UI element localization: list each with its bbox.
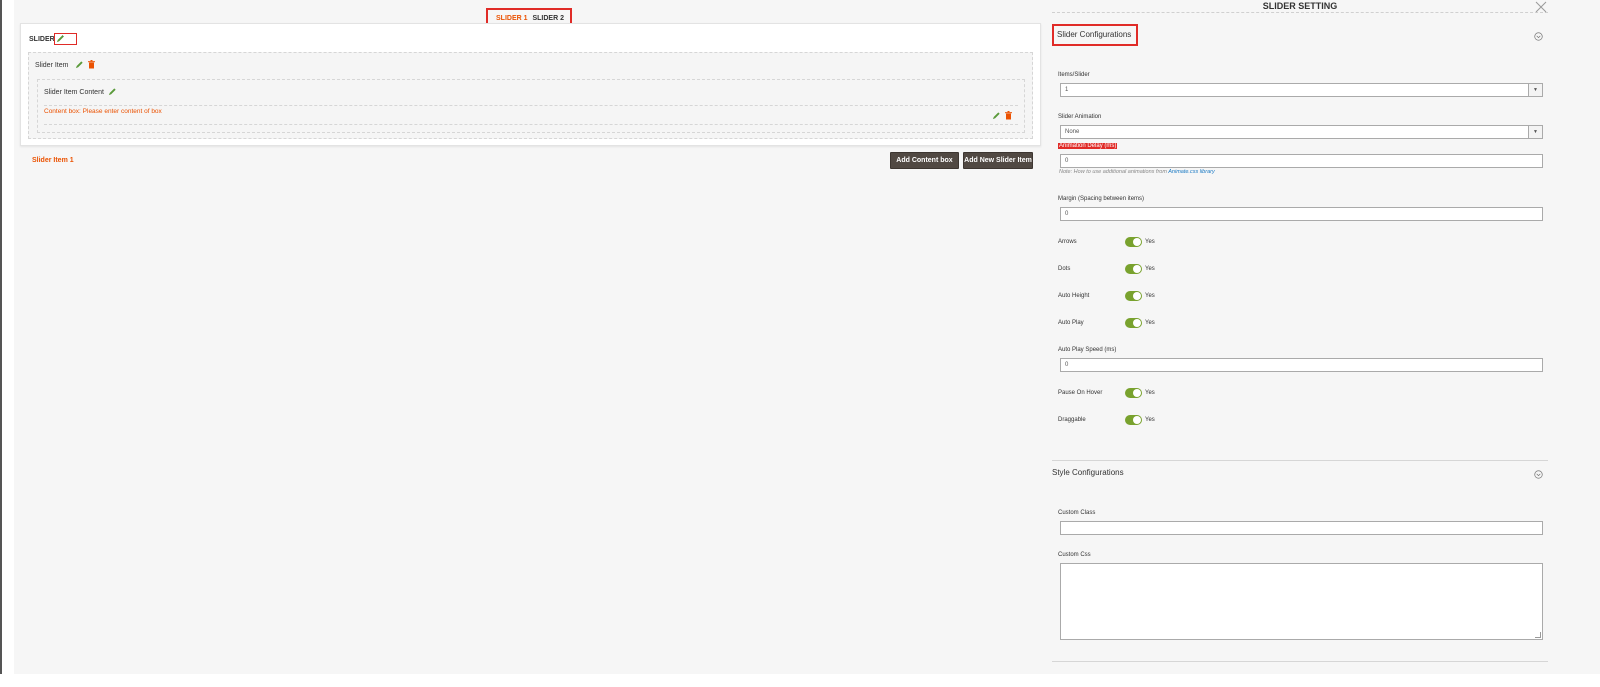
pencil-icon[interactable] (75, 60, 84, 69)
slider-item-1-link[interactable]: Slider Item 1 (32, 157, 74, 164)
margin-input[interactable]: 0 (1060, 207, 1543, 221)
auto-height-row: Auto Height Yes (1058, 291, 1258, 303)
animate-css-link[interactable]: Animate.css library (1168, 169, 1214, 175)
items-slider-select[interactable]: 1 ▼ (1060, 83, 1543, 97)
custom-css-textarea[interactable] (1060, 563, 1543, 640)
slider-item-content-title: Slider Item Content (44, 89, 104, 96)
auto-play-speed-label: Auto Play Speed (ms) (1058, 347, 1117, 353)
slider-animation-label: Slider Animation (1058, 114, 1102, 120)
tab-slider-2[interactable]: SLIDER 2 (532, 15, 564, 22)
custom-class-input[interactable] (1060, 521, 1543, 535)
custom-css-label: Custom Css (1058, 552, 1091, 558)
arrows-row: Arrows Yes (1058, 237, 1258, 249)
draggable-value: Yes (1145, 417, 1155, 423)
slider-edit-highlight (54, 33, 77, 45)
slider-title: SLIDER (29, 36, 55, 43)
close-icon[interactable] (1535, 1, 1547, 13)
panel-title-divider (1052, 12, 1548, 13)
trash-icon[interactable] (88, 60, 95, 69)
pencil-icon[interactable] (108, 87, 117, 96)
animation-delay-value: 0 (1065, 158, 1069, 164)
chevron-down-icon: ▼ (1528, 126, 1542, 138)
auto-play-speed-value: 0 (1065, 362, 1069, 368)
auto-height-toggle[interactable] (1125, 291, 1142, 301)
collapse-icon[interactable] (1534, 470, 1543, 479)
slider-settings-panel: SLIDER SETTING Slider Configurations Ite… (1052, 0, 1548, 674)
add-content-box-button[interactable]: Add Content box (890, 152, 959, 169)
pencil-icon[interactable] (992, 111, 1001, 120)
auto-play-row: Auto Play Yes (1058, 318, 1258, 330)
pause-on-hover-label: Pause On Hover (1058, 390, 1103, 396)
trash-icon[interactable] (1005, 111, 1012, 120)
animation-note: Note: How to use additional animations f… (1059, 169, 1215, 175)
animation-note-text: Note: How to use additional animations f… (1059, 169, 1167, 175)
dots-row: Dots Yes (1058, 264, 1258, 276)
margin-label: Margin (Spacing between items) (1058, 196, 1145, 202)
arrows-value: Yes (1145, 239, 1155, 245)
dots-label: Dots (1058, 266, 1071, 272)
auto-height-label: Auto Height (1058, 293, 1090, 299)
pause-on-hover-row: Pause On Hover Yes (1058, 388, 1258, 400)
style-configurations-heading[interactable]: Style Configurations (1052, 468, 1124, 477)
auto-play-toggle[interactable] (1125, 318, 1142, 328)
content-box-actions (992, 111, 1012, 120)
chevron-down-icon: ▼ (1528, 84, 1542, 96)
slider-animation-value: None (1065, 129, 1080, 135)
items-slider-value: 1 (1065, 87, 1069, 93)
auto-height-value: Yes (1145, 293, 1155, 299)
collapse-icon[interactable] (1534, 32, 1543, 41)
custom-class-label: Custom Class (1058, 510, 1096, 516)
animation-delay-label: Animation Delay (ms) (1058, 143, 1118, 149)
dots-toggle[interactable] (1125, 264, 1142, 274)
add-new-slider-item-button[interactable]: Add New Slider Item (963, 152, 1033, 169)
arrows-toggle[interactable] (1125, 237, 1142, 247)
auto-play-speed-input[interactable]: 0 (1060, 358, 1543, 372)
slider-container: SLIDER Slider Item Slider Item Content C… (20, 23, 1041, 146)
slider-configurations-heading[interactable]: Slider Configurations (1052, 24, 1139, 46)
panel-title: SLIDER SETTING (1262, 1, 1338, 11)
draggable-label: Draggable (1058, 417, 1086, 423)
dots-value: Yes (1145, 266, 1155, 272)
window-left-border (0, 0, 2, 687)
animation-delay-input[interactable]: 0 (1060, 154, 1543, 168)
slider-item-title: Slider Item (35, 62, 69, 69)
slider-animation-select[interactable]: None ▼ (1060, 125, 1543, 139)
margin-value: 0 (1065, 211, 1069, 217)
bottom-strip (0, 674, 1600, 687)
draggable-row: Draggable Yes (1058, 415, 1258, 427)
pause-on-hover-toggle[interactable] (1125, 388, 1142, 398)
pause-on-hover-value: Yes (1145, 390, 1155, 396)
arrows-label: Arrows (1058, 239, 1077, 245)
tab-slider-1[interactable]: SLIDER 1 (496, 15, 528, 22)
auto-play-label: Auto Play (1058, 320, 1084, 326)
items-slider-label: Items/Slider (1058, 72, 1090, 78)
slider-item-content-box: Slider Item Content Content box: Please … (37, 79, 1025, 133)
section-divider (1052, 460, 1548, 461)
slider-item-box: Slider Item Slider Item Content Content … (28, 52, 1033, 139)
content-placeholder-text: Content box: Please enter content of box (44, 108, 162, 115)
pencil-icon[interactable] (56, 34, 65, 43)
content-box-row[interactable]: Content box: Please enter content of box (44, 105, 1018, 125)
slider-item-actions (75, 60, 95, 69)
bottom-divider (1052, 661, 1548, 662)
auto-play-value: Yes (1145, 320, 1155, 326)
draggable-toggle[interactable] (1125, 415, 1142, 425)
